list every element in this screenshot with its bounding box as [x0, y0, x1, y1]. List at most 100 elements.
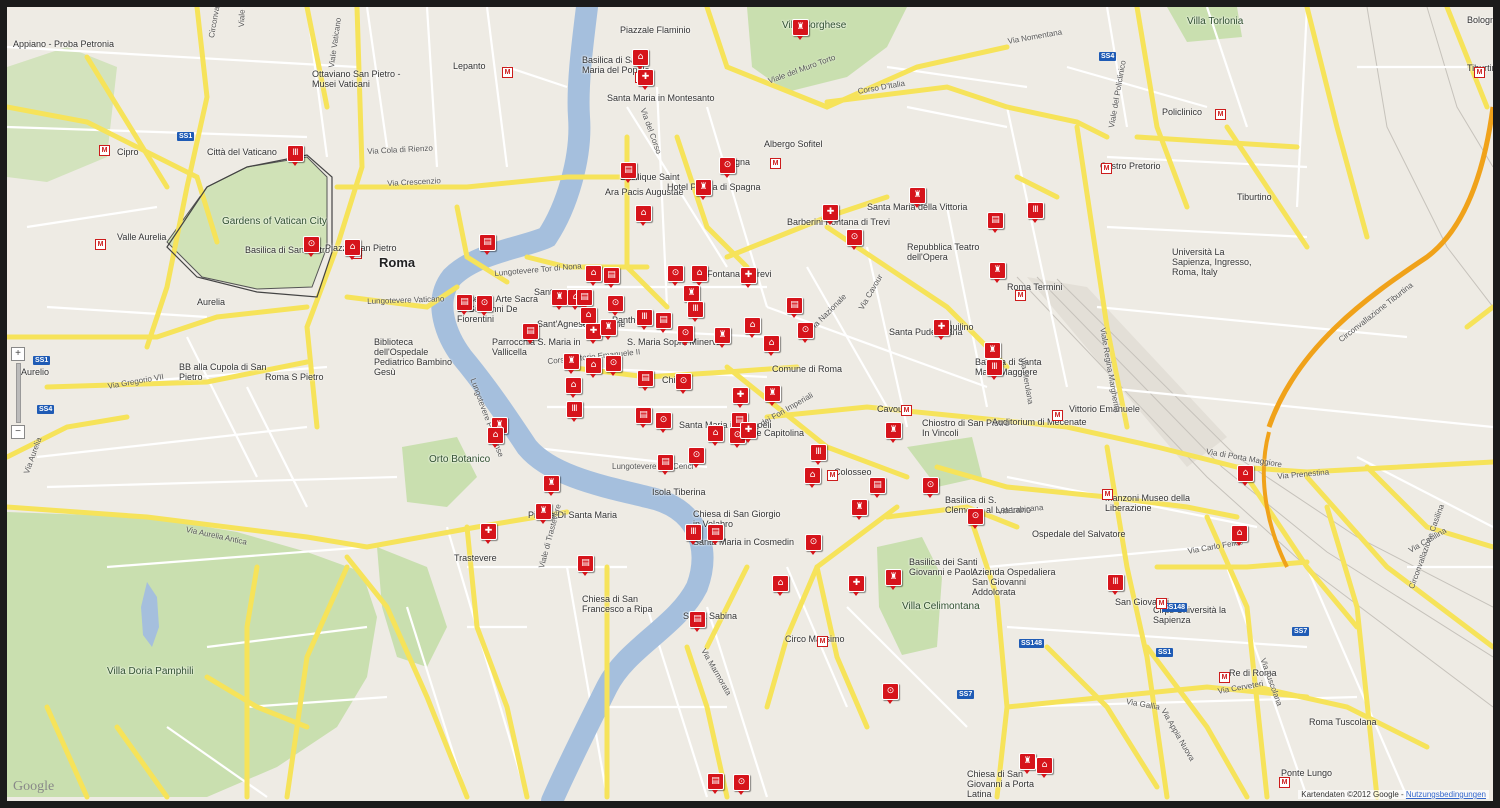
church-marker-icon[interactable]: Ⅲ: [986, 359, 1003, 380]
monument-marker-icon[interactable]: ♜: [989, 262, 1006, 283]
theatre-marker-icon[interactable]: ▤: [456, 294, 473, 315]
monument-marker-icon[interactable]: ♜: [792, 19, 809, 40]
theatre-marker-icon[interactable]: Ⅲ: [287, 145, 304, 166]
museum-marker-icon[interactable]: Ⅲ: [810, 444, 827, 465]
ruin-marker-icon[interactable]: ✚: [740, 422, 757, 443]
metro-icon[interactable]: M: [1101, 163, 1112, 174]
church-marker-icon[interactable]: ▤: [479, 234, 496, 255]
viewpoint-marker-icon[interactable]: ♜: [851, 499, 868, 520]
monument-marker-icon[interactable]: ⌂: [580, 307, 597, 328]
museum-marker-icon[interactable]: ✚: [740, 267, 757, 288]
hotel-marker-icon[interactable]: ⌂: [707, 425, 724, 446]
monument-marker-icon[interactable]: ⊙: [303, 236, 320, 257]
monument-marker-icon[interactable]: ⊙: [805, 534, 822, 555]
hotel-marker-icon[interactable]: Ⅲ: [566, 401, 583, 422]
church-marker-icon[interactable]: ▤: [657, 454, 674, 475]
museum-marker-icon[interactable]: ⌂: [1231, 525, 1248, 546]
hotel-marker-icon[interactable]: ▤: [707, 524, 724, 545]
museum-marker-icon[interactable]: ⊙: [675, 373, 692, 394]
church-marker-icon[interactable]: ⌂: [487, 427, 504, 448]
museum-marker-icon[interactable]: ♜: [984, 342, 1001, 363]
zoom-slider[interactable]: [15, 363, 21, 423]
theatre-marker-icon[interactable]: ⌂: [772, 575, 789, 596]
metro-icon[interactable]: M: [1279, 777, 1290, 788]
monument-marker-icon[interactable]: ▤: [522, 323, 539, 344]
metro-icon[interactable]: M: [827, 470, 838, 481]
monument-marker-icon[interactable]: ♜: [1019, 753, 1036, 774]
metro-icon[interactable]: M: [95, 239, 106, 250]
ruin-marker-icon[interactable]: ♜: [909, 187, 926, 208]
church-marker-icon[interactable]: ♜: [683, 285, 700, 306]
theatre-marker-icon[interactable]: ♜: [764, 385, 781, 406]
church-marker-icon[interactable]: ⊙: [607, 295, 624, 316]
monument-marker-icon[interactable]: ✚: [732, 387, 749, 408]
museum-marker-icon[interactable]: ⌂: [635, 205, 652, 226]
museum-marker-icon[interactable]: ⌂: [632, 49, 649, 70]
ruin-marker-icon[interactable]: ▤: [635, 407, 652, 428]
viewpoint-marker-icon[interactable]: ▤: [655, 312, 672, 333]
metro-icon[interactable]: M: [1102, 489, 1113, 500]
monument-marker-icon[interactable]: ⊙: [688, 447, 705, 468]
hotel-marker-icon[interactable]: ✚: [822, 204, 839, 225]
metro-icon[interactable]: M: [1215, 109, 1226, 120]
church-marker-icon[interactable]: ✚: [637, 69, 654, 90]
hotel-marker-icon[interactable]: ⊙: [797, 322, 814, 343]
hotel-marker-icon[interactable]: ⌂: [804, 467, 821, 488]
church-marker-icon[interactable]: ⊙: [846, 229, 863, 250]
ruin-marker-icon[interactable]: ▤: [869, 477, 886, 498]
church-marker-icon[interactable]: ✚: [480, 523, 497, 544]
terms-link[interactable]: Nutzungsbedingungen: [1406, 790, 1486, 799]
museum-marker-icon[interactable]: ▤: [689, 611, 706, 632]
ruin-marker-icon[interactable]: ⌂: [763, 335, 780, 356]
ruin-marker-icon[interactable]: ♜: [551, 289, 568, 310]
zoom-in-button[interactable]: +: [11, 347, 25, 361]
google-logo[interactable]: Google: [13, 779, 54, 795]
hotel-marker-icon[interactable]: ♜: [600, 319, 617, 340]
church-marker-icon[interactable]: ▤: [577, 555, 594, 576]
zoom-out-button[interactable]: −: [11, 425, 25, 439]
church-marker-icon[interactable]: ⌂: [565, 377, 582, 398]
theatre-marker-icon[interactable]: Ⅲ: [685, 524, 702, 545]
hotel-marker-icon[interactable]: ⊙: [476, 295, 493, 316]
theatre-marker-icon[interactable]: ⌂: [1036, 757, 1053, 778]
viewpoint-marker-icon[interactable]: ▤: [637, 370, 654, 391]
hotel-marker-icon[interactable]: ♜: [563, 353, 580, 374]
ruin-marker-icon[interactable]: ⊙: [967, 508, 984, 529]
viewpoint-marker-icon[interactable]: ✚: [933, 319, 950, 340]
church-marker-icon[interactable]: ⊙: [882, 683, 899, 704]
hotel-marker-icon[interactable]: ▤: [603, 267, 620, 288]
viewpoint-marker-icon[interactable]: Ⅲ: [1107, 574, 1124, 595]
monument-marker-icon[interactable]: Ⅲ: [687, 301, 704, 322]
viewpoint-marker-icon[interactable]: ⊙: [922, 477, 939, 498]
hotel-marker-icon[interactable]: ▤: [620, 162, 637, 183]
museum-marker-icon[interactable]: ▤: [576, 289, 593, 310]
metro-icon[interactable]: M: [1015, 290, 1026, 301]
ruin-marker-icon[interactable]: ⊙: [719, 157, 736, 178]
metro-icon[interactable]: M: [1156, 598, 1167, 609]
metro-icon[interactable]: M: [99, 145, 110, 156]
museum-marker-icon[interactable]: ⌂: [1237, 465, 1254, 486]
theatre-marker-icon[interactable]: ⌂: [585, 265, 602, 286]
viewpoint-marker-icon[interactable]: ⊙: [655, 412, 672, 433]
church-marker-icon[interactable]: ♜: [714, 327, 731, 348]
ruin-marker-icon[interactable]: ⊙: [733, 774, 750, 795]
metro-icon[interactable]: M: [770, 158, 781, 169]
metro-icon[interactable]: M: [1052, 410, 1063, 421]
viewpoint-marker-icon[interactable]: Ⅲ: [1027, 202, 1044, 223]
monument-marker-icon[interactable]: ♜: [535, 503, 552, 524]
ruin-marker-icon[interactable]: ⌂: [585, 357, 602, 378]
theatre-marker-icon[interactable]: ♜: [543, 475, 560, 496]
hotel-marker-icon[interactable]: ▤: [707, 773, 724, 794]
theatre-marker-icon[interactable]: ▤: [786, 297, 803, 318]
metro-icon[interactable]: M: [1219, 672, 1230, 683]
map-frame[interactable]: Piazzale Flaminio Basilica di Santa Maria…: [7, 7, 1493, 801]
viewpoint-marker-icon[interactable]: ♜: [695, 179, 712, 200]
metro-icon[interactable]: M: [817, 636, 828, 647]
viewpoint-marker-icon[interactable]: ♜: [885, 422, 902, 443]
museum-marker-icon[interactable]: ⊙: [677, 325, 694, 346]
ruin-marker-icon[interactable]: ⊙: [667, 265, 684, 286]
ruin-marker-icon[interactable]: ♜: [885, 569, 902, 590]
ruin-marker-icon[interactable]: Ⅲ: [636, 309, 653, 330]
museum-marker-icon[interactable]: ▤: [987, 212, 1004, 233]
metro-icon[interactable]: M: [901, 405, 912, 416]
